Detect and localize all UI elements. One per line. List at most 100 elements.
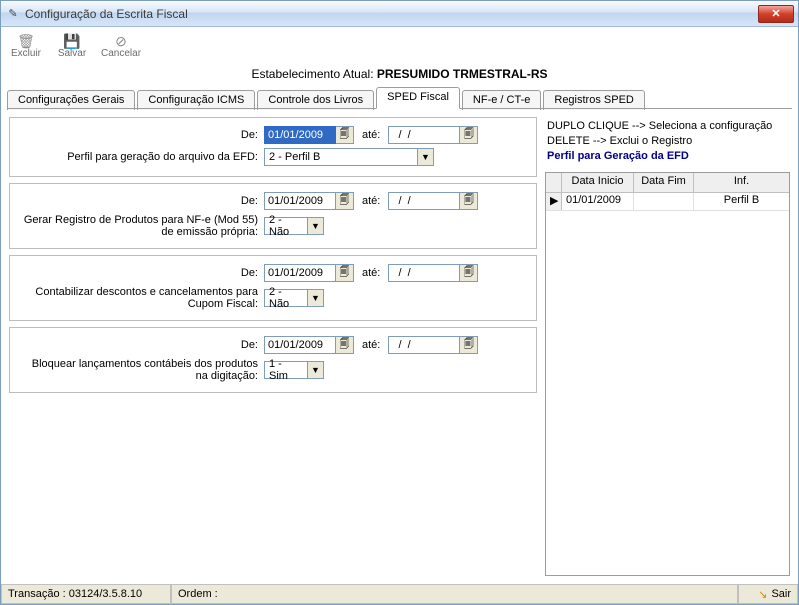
left-column: De: 🗐 até: 🗐 Perfil para geração do arqu…: [9, 117, 537, 576]
de-input[interactable]: [264, 192, 336, 210]
calendar-button[interactable]: 🗐: [336, 192, 354, 210]
header-establishment: Estabelecimento Atual: PRESUMIDO TRMESTR…: [1, 65, 798, 87]
de-label: De:: [20, 267, 264, 279]
tab-content: De: 🗐 até: 🗐 Perfil para geração do arqu…: [1, 109, 798, 584]
toolbar-label: Salvar: [58, 48, 86, 59]
panel-descontos-cupom: De: 🗐 até: 🗐 Contabilizar descontos e ca…: [9, 255, 537, 321]
grid-col-inf[interactable]: Inf.: [694, 173, 789, 192]
de-label: De:: [20, 129, 264, 141]
row-marker-icon: ▶: [546, 193, 562, 210]
ate-input[interactable]: [388, 126, 460, 144]
cancel-icon: ⊘: [115, 34, 127, 48]
bloquear-combo[interactable]: 1 - Sim ▼: [264, 361, 324, 379]
cancelar-button[interactable]: ⊘ Cancelar: [101, 34, 141, 59]
grid-col-data-inicio[interactable]: Data Inicio: [562, 173, 634, 192]
exit-icon: ↘: [758, 588, 767, 601]
tab-strip: Configurações Gerais Configuração ICMS C…: [1, 87, 798, 109]
calendar-icon: 🗐: [464, 337, 474, 354]
panel-bloquear-lanc: De: 🗐 até: 🗐 Bloquear lançamentos contáb…: [9, 327, 537, 393]
ate-label: até:: [362, 339, 380, 351]
header-value: PRESUMIDO TRMESTRAL-RS: [377, 67, 548, 81]
combo-value: 2 - Perfil B: [265, 151, 417, 163]
perfil-combo[interactable]: 2 - Perfil B ▼: [264, 148, 434, 166]
ate-label: até:: [362, 267, 380, 279]
grid-col-data-fim[interactable]: Data Fim: [634, 173, 694, 192]
trash-icon: 🗑: [17, 34, 35, 48]
status-transacao: Transação : 03124/3.5.8.10: [1, 585, 171, 604]
calendar-button[interactable]: 🗐: [336, 336, 354, 354]
excluir-button[interactable]: 🗑 Excluir: [9, 34, 43, 59]
tab-sped-fiscal[interactable]: SPED Fiscal: [376, 87, 460, 109]
salvar-button[interactable]: 💾 Salvar: [55, 34, 89, 59]
tab-registros-sped[interactable]: Registros SPED: [543, 90, 644, 110]
combo-value: 1 - Sim: [265, 358, 307, 382]
ate-input[interactable]: [388, 264, 460, 282]
calendar-button[interactable]: 🗐: [336, 126, 354, 144]
tab-config-gerais[interactable]: Configurações Gerais: [7, 90, 135, 110]
section-label: Contabilizar descontos e cancelamentos p…: [20, 286, 264, 310]
hint-title: Perfil para Geração da EFD: [547, 149, 788, 164]
config-grid[interactable]: Data Inicio Data Fim Inf. ▶ 01/01/2009 P…: [545, 172, 790, 576]
panel-registro-produtos: De: 🗐 até: 🗐 Gerar Registro de Produtos …: [9, 183, 537, 249]
toolbar: 🗑 Excluir 💾 Salvar ⊘ Cancelar: [1, 27, 798, 65]
close-icon: ✕: [771, 7, 780, 20]
registro-produtos-combo[interactable]: 2 - Não ▼: [264, 217, 324, 235]
chevron-down-icon: ▼: [307, 290, 323, 306]
de-label: De:: [20, 339, 264, 351]
tab-controle-livros[interactable]: Controle dos Livros: [257, 90, 374, 110]
right-column: DUPLO CLIQUE --> Seleciona a configuraçã…: [545, 117, 790, 576]
save-icon: 💾: [63, 34, 80, 48]
calendar-button[interactable]: 🗐: [336, 264, 354, 282]
table-row[interactable]: ▶ 01/01/2009 Perfil B: [546, 193, 789, 211]
chevron-down-icon: ▼: [307, 362, 323, 378]
cell-inf: Perfil B: [694, 193, 789, 210]
combo-value: 2 - Não: [265, 286, 307, 310]
status-trans-label: Transação :: [8, 588, 66, 600]
status-bar: Transação : 03124/3.5.8.10 Ordem : ↘ Sai…: [1, 584, 798, 604]
de-input[interactable]: [264, 264, 336, 282]
section-label: Bloquear lançamentos contábeis dos produ…: [20, 358, 264, 382]
status-ordem-label: Ordem :: [178, 588, 218, 600]
cell-data-inicio: 01/01/2009: [562, 193, 634, 210]
chevron-down-icon: ▼: [417, 149, 433, 165]
cell-data-fim: [634, 193, 694, 210]
tab-config-icms[interactable]: Configuração ICMS: [137, 90, 255, 110]
calendar-icon: 🗐: [464, 127, 474, 144]
ate-label: até:: [362, 195, 380, 207]
section-label: Gerar Registro de Produtos para NF-e (Mo…: [20, 214, 264, 238]
sair-button[interactable]: ↘ Sair: [738, 585, 798, 604]
ate-input[interactable]: [388, 336, 460, 354]
window-title: Configuração da Escrita Fiscal: [25, 7, 758, 21]
app-icon: ✎: [5, 6, 21, 22]
section-label: Perfil para geração do arquivo da EFD:: [20, 151, 264, 163]
grid-rowmark-header: [546, 173, 562, 192]
close-button[interactable]: ✕: [758, 5, 794, 23]
calendar-icon: 🗐: [340, 337, 350, 354]
tab-nfe-cte[interactable]: NF-e / CT-e: [462, 90, 541, 110]
calendar-icon: 🗐: [340, 265, 350, 282]
calendar-button[interactable]: 🗐: [460, 126, 478, 144]
de-label: De:: [20, 195, 264, 207]
sair-label: Sair: [771, 588, 791, 600]
header-label: Estabelecimento Atual:: [251, 67, 373, 81]
grid-header: Data Inicio Data Fim Inf.: [546, 173, 789, 193]
ate-label: até:: [362, 129, 380, 141]
toolbar-label: Excluir: [11, 48, 41, 59]
ate-input[interactable]: [388, 192, 460, 210]
calendar-button[interactable]: 🗐: [460, 264, 478, 282]
titlebar: ✎ Configuração da Escrita Fiscal ✕: [1, 1, 798, 27]
calendar-button[interactable]: 🗐: [460, 192, 478, 210]
status-trans-value: 03124/3.5.8.10: [69, 588, 142, 600]
calendar-icon: 🗐: [340, 193, 350, 210]
panel-perfil-efd: De: 🗐 até: 🗐 Perfil para geração do arqu…: [9, 117, 537, 177]
toolbar-label: Cancelar: [101, 48, 141, 59]
calendar-button[interactable]: 🗐: [460, 336, 478, 354]
calendar-icon: 🗐: [340, 127, 350, 144]
hint-line: DELETE --> Exclui o Registro: [547, 134, 788, 149]
de-input[interactable]: [264, 126, 336, 144]
hint-line: DUPLO CLIQUE --> Seleciona a configuraçã…: [547, 119, 788, 134]
de-input[interactable]: [264, 336, 336, 354]
hints-block: DUPLO CLIQUE --> Seleciona a configuraçã…: [545, 117, 790, 172]
descontos-combo[interactable]: 2 - Não ▼: [264, 289, 324, 307]
calendar-icon: 🗐: [464, 265, 474, 282]
